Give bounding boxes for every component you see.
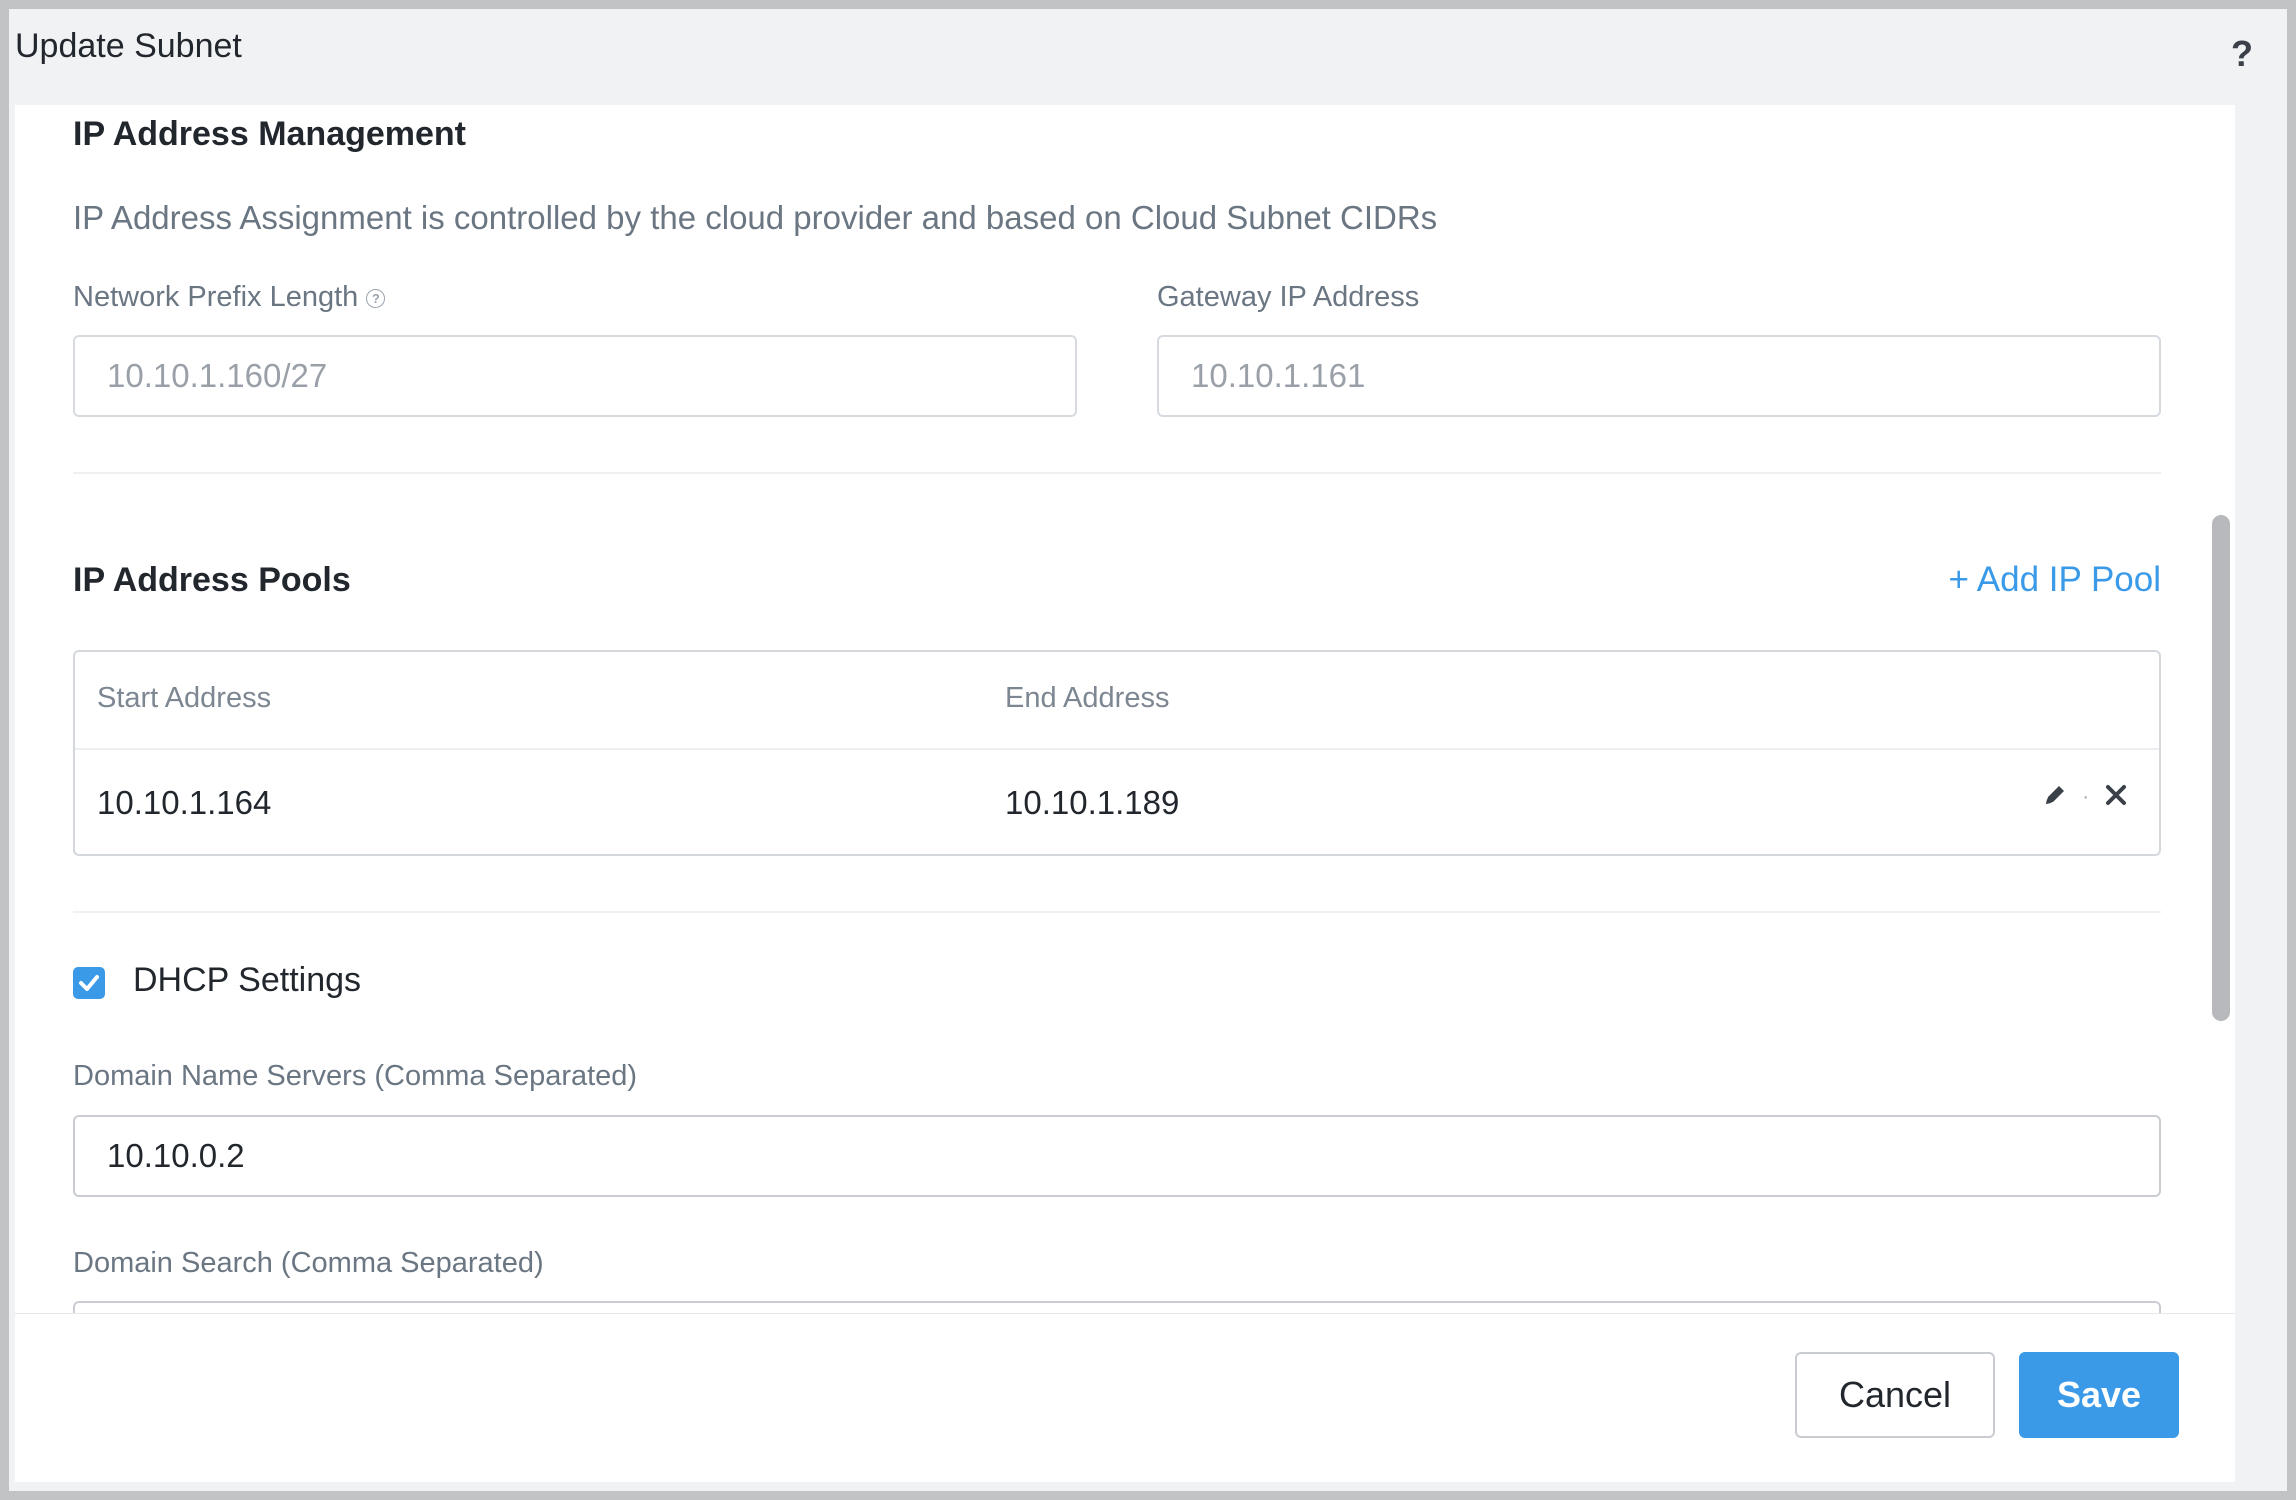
dhcp-settings-checkbox[interactable] bbox=[73, 967, 105, 999]
edit-pencil-icon[interactable] bbox=[2042, 782, 2068, 813]
info-icon[interactable]: ? bbox=[366, 288, 386, 308]
domain-search-input[interactable] bbox=[73, 1301, 2161, 1313]
network-prefix-label: Network Prefix Length? bbox=[73, 281, 386, 314]
update-subnet-dialog: Update Subnet ? IP Address Management IP… bbox=[9, 9, 2287, 1491]
vertical-scrollbar[interactable] bbox=[2212, 515, 2230, 1021]
start-address-header: Start Address bbox=[97, 682, 272, 714]
network-prefix-field: 10.10.1.160/27 bbox=[73, 335, 1077, 417]
pool-end-address: 10.10.1.189 bbox=[1005, 784, 1180, 821]
ipam-section-title: IP Address Management bbox=[73, 115, 467, 153]
dns-servers-label: Domain Name Servers (Comma Separated) bbox=[73, 1060, 638, 1092]
delete-x-icon[interactable] bbox=[2103, 782, 2129, 813]
checkmark-icon bbox=[79, 975, 99, 991]
ip-pools-table: Start Address End Address 10.10.1.164 10… bbox=[73, 650, 2161, 856]
add-ip-pool-button[interactable]: + Add IP Pool bbox=[1949, 560, 2161, 600]
network-prefix-label-text: Network Prefix Length bbox=[73, 281, 359, 313]
action-separator: · bbox=[2082, 786, 2089, 808]
dialog-title: Update Subnet bbox=[15, 27, 242, 65]
save-button[interactable]: Save bbox=[2019, 1352, 2179, 1438]
section-divider bbox=[73, 472, 2161, 474]
dhcp-settings-label: DHCP Settings bbox=[133, 961, 362, 999]
end-address-header: End Address bbox=[1005, 682, 1170, 714]
pool-start-address: 10.10.1.164 bbox=[97, 784, 272, 821]
table-header-divider bbox=[75, 748, 2159, 750]
dialog-footer: Cancel Save bbox=[15, 1313, 2235, 1482]
gateway-ip-label: Gateway IP Address bbox=[1157, 281, 1420, 313]
row-actions: · bbox=[2042, 782, 2129, 813]
domain-search-label: Domain Search (Comma Separated) bbox=[73, 1247, 544, 1279]
ipam-description: IP Address Assignment is controlled by t… bbox=[73, 199, 1438, 236]
scroll-content[interactable]: IP Address Management IP Address Assignm… bbox=[15, 105, 2235, 1313]
dns-servers-input[interactable]: 10.10.0.2 bbox=[73, 1115, 2161, 1197]
dialog-body: IP Address Management IP Address Assignm… bbox=[15, 105, 2235, 1482]
gateway-ip-field: 10.10.1.161 bbox=[1157, 335, 2161, 417]
section-divider bbox=[73, 911, 2161, 913]
ip-pools-title: IP Address Pools bbox=[73, 561, 351, 599]
help-icon[interactable]: ? bbox=[2231, 33, 2253, 75]
cancel-button[interactable]: Cancel bbox=[1795, 1352, 1995, 1438]
